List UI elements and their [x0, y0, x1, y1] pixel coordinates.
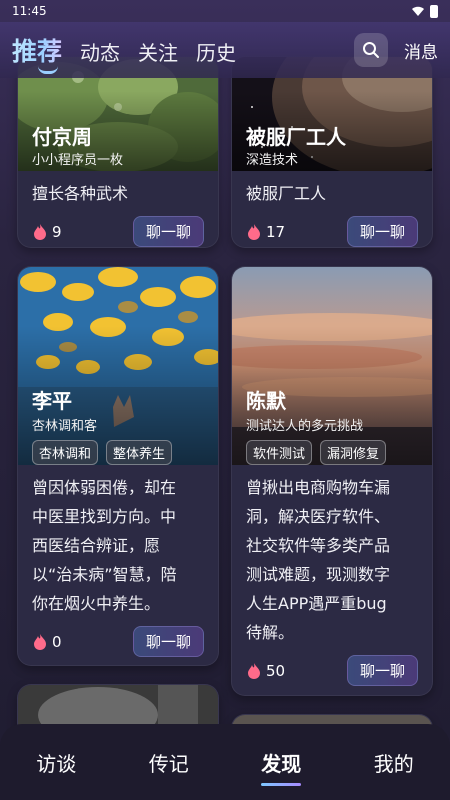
- nav-mine[interactable]: 我的: [374, 748, 414, 777]
- wifi-icon: [412, 6, 424, 16]
- tab-recommend[interactable]: 推荐: [12, 32, 62, 68]
- nav-biography[interactable]: 传记: [149, 748, 189, 777]
- tag-chip[interactable]: 软件测试: [246, 440, 313, 465]
- like-count[interactable]: 17: [246, 223, 285, 241]
- description-line: 曾揪出电商购物车漏: [246, 478, 391, 497]
- card-name: 付京周: [32, 125, 92, 149]
- description-line: 你在烟火中养生。: [32, 594, 161, 613]
- tag-chip[interactable]: 漏洞修复: [320, 440, 387, 465]
- like-number: 0: [52, 632, 62, 651]
- card-name: 陈默: [246, 389, 286, 413]
- description-line: 社交软件等多类产品: [246, 536, 391, 555]
- discover-feed[interactable]: 付京周 小小程序员一枚 擅长各种武术 9 聊一聊 被服厂工人 深造技术 被服厂工…: [0, 0, 450, 800]
- tab-following[interactable]: 关注: [138, 37, 178, 66]
- chat-button[interactable]: 聊一聊: [346, 216, 418, 247]
- battery-icon: [430, 4, 438, 18]
- chat-button[interactable]: 聊一聊: [132, 626, 204, 657]
- feed-tabs: 推荐 动态 关注 历史: [12, 32, 236, 68]
- description-line: 洞，解决医疗软件、: [246, 507, 391, 526]
- card-description: 被服厂工人: [246, 184, 327, 203]
- bottom-nav: 访谈 传记 发现 我的: [0, 724, 450, 800]
- flame-icon: [248, 223, 260, 240]
- nav-discover[interactable]: 发现: [261, 748, 302, 786]
- status-time: 11:45: [12, 4, 47, 18]
- like-number: 50: [266, 661, 286, 680]
- card-tagline: 深造技术: [246, 153, 299, 168]
- card-tagline: 小小程序员一枚: [32, 153, 124, 168]
- profile-card[interactable]: 李平 杏林调和客 杏林调和 整体养生 曾因体弱困倦，却在 中医里找到方向。中 西…: [17, 266, 219, 666]
- description-line: 以“治未病”智慧，陪: [32, 565, 177, 584]
- messages-link[interactable]: 消息: [404, 38, 438, 63]
- card-image: 陈默 测试达人的多元挑战 软件测试 漏洞修复: [232, 267, 432, 465]
- card-description: 曾因体弱困倦，却在 中医里找到方向。中 西医结合辨证，愿 以“治未病”智慧，陪 …: [18, 465, 218, 622]
- card-tagline: 杏林调和客: [32, 419, 98, 434]
- card-description: 曾揪出电商购物车漏 洞，解决医疗软件、 社交软件等多类产品 测试难题，现测数字 …: [232, 465, 432, 651]
- search-icon: [363, 42, 379, 58]
- profile-card[interactable]: 付京周 小小程序员一枚 擅长各种武术 9 聊一聊: [17, 56, 219, 248]
- description-line: 曾因体弱困倦，却在: [32, 478, 177, 497]
- profile-card[interactable]: 被服厂工人 深造技术 被服厂工人 17 聊一聊: [231, 56, 433, 248]
- profile-card[interactable]: 陈默 测试达人的多元挑战 软件测试 漏洞修复 曾揪出电商购物车漏 洞，解决医疗软…: [231, 266, 433, 696]
- description-line: 中医里找到方向。中: [32, 507, 177, 526]
- like-number: 17: [266, 222, 286, 241]
- like-count[interactable]: 50: [246, 662, 285, 680]
- description-line: 人生APP遇严重bug: [246, 594, 387, 613]
- tag-chip[interactable]: 整体养生: [106, 440, 173, 465]
- card-tagline: 测试达人的多元挑战: [246, 419, 364, 434]
- chat-button[interactable]: 聊一聊: [346, 655, 418, 686]
- flame-icon: [34, 223, 46, 240]
- description-line: 西医结合辨证，愿: [32, 536, 161, 555]
- card-description: 擅长各种武术: [32, 184, 129, 203]
- description-line: 待解。: [246, 623, 295, 642]
- tag-chip[interactable]: 杏林调和: [32, 440, 99, 465]
- flame-icon: [248, 662, 260, 679]
- status-bar: 11:45: [0, 0, 450, 22]
- like-count[interactable]: 9: [32, 223, 62, 241]
- card-name: 被服厂工人: [246, 125, 346, 149]
- tag-list: 杏林调和 整体养生: [32, 440, 173, 465]
- flame-icon: [34, 633, 46, 650]
- card-name: 李平: [32, 389, 72, 413]
- chat-button[interactable]: 聊一聊: [132, 216, 204, 247]
- tab-dynamic[interactable]: 动态: [80, 37, 120, 66]
- like-count[interactable]: 0: [32, 633, 62, 651]
- nav-interview[interactable]: 访谈: [36, 748, 76, 777]
- search-button[interactable]: [354, 33, 388, 67]
- like-number: 9: [52, 222, 62, 241]
- top-nav: 推荐 动态 关注 历史 消息: [0, 22, 450, 78]
- tab-history[interactable]: 历史: [196, 37, 236, 66]
- description-line: 测试难题，现测数字: [246, 565, 391, 584]
- nav-active-indicator: [261, 782, 302, 786]
- card-image: 李平 杏林调和客 杏林调和 整体养生: [18, 267, 218, 465]
- nav-discover-label: 发现: [261, 751, 302, 776]
- tag-list: 软件测试 漏洞修复: [246, 440, 387, 465]
